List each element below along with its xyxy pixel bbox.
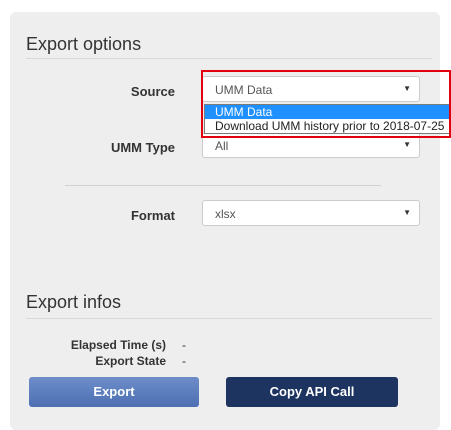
source-option-history[interactable]: Download UMM history prior to 2018-07-25 [205,119,450,133]
format-select[interactable]: xlsx ▼ [202,200,420,226]
umm-type-select-value: All [215,139,229,153]
export-panel: Export options Source UMM Data ▼ UMM Typ… [10,12,440,430]
chevron-down-icon: ▼ [403,84,411,93]
export-infos-rule [26,318,432,319]
export-button[interactable]: Export [29,377,199,407]
umm-type-select[interactable]: All ▼ [202,132,420,158]
format-label: Format [130,208,175,223]
umm-type-label: UMM Type [110,140,175,155]
export-options-rule [26,58,432,59]
export-infos-title: Export infos [26,292,122,312]
section-divider [65,185,381,186]
export-state-value: - [182,354,186,368]
format-select-value: xlsx [215,207,236,221]
source-select-value: UMM Data [215,83,273,97]
elapsed-time-label: Elapsed Time (s) [70,338,166,352]
chevron-down-icon: ▼ [403,208,411,217]
export-state-label: Export State [95,354,166,368]
elapsed-time-value: - [182,338,186,352]
source-dropdown-list: UMM Data Download UMM history prior to 2… [204,104,451,134]
source-select[interactable]: UMM Data ▼ [202,76,420,102]
copy-api-call-button[interactable]: Copy API Call [226,377,398,407]
source-option-umm-data[interactable]: UMM Data [205,105,450,119]
chevron-down-icon: ▼ [403,140,411,149]
export-options-title: Export options [26,34,142,54]
source-label: Source [130,84,175,99]
